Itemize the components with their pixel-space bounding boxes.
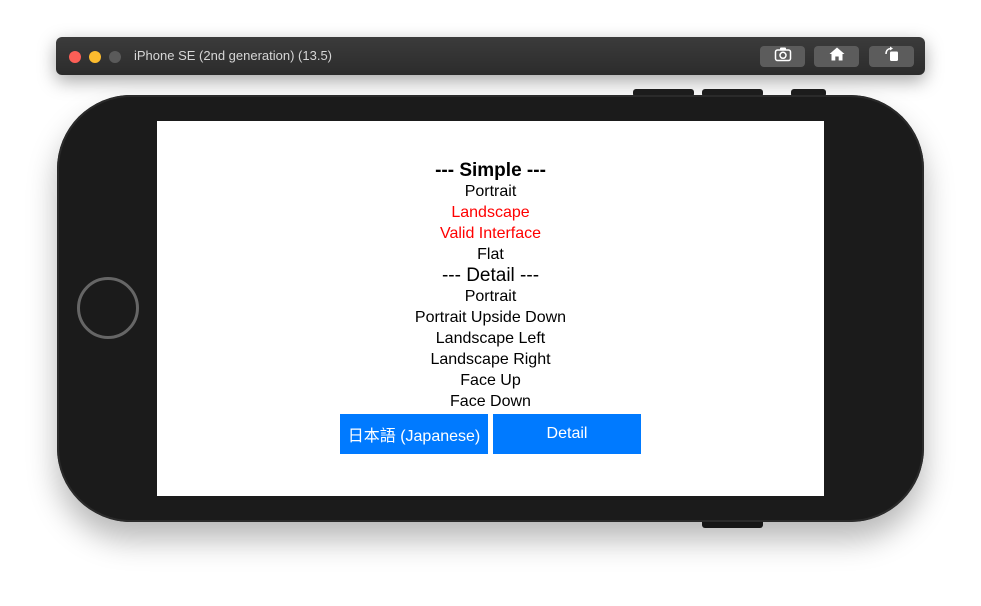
- camera-icon: [774, 46, 792, 67]
- detail-heading: --- Detail ---: [441, 265, 540, 286]
- device-screen: --- Simple --- Portrait Landscape Valid …: [157, 121, 824, 496]
- detail-item-landscape-left: Landscape Left: [435, 330, 546, 347]
- simple-heading: --- Simple ---: [435, 160, 546, 181]
- japanese-button[interactable]: 日本語 (Japanese): [340, 414, 488, 454]
- simple-item-landscape: Landscape: [451, 204, 530, 221]
- rotate-button[interactable]: [869, 46, 914, 67]
- simple-item-valid-interface: Valid Interface: [439, 225, 542, 242]
- detail-item-landscape-right: Landscape Right: [430, 351, 551, 368]
- zoom-window-button[interactable]: [109, 51, 121, 63]
- close-window-button[interactable]: [69, 51, 81, 63]
- home-toolbar-button[interactable]: [814, 46, 859, 67]
- device-home-button[interactable]: [77, 277, 139, 339]
- minimize-window-button[interactable]: [89, 51, 101, 63]
- rotate-icon: [883, 46, 901, 67]
- detail-item-portrait-upside-down: Portrait Upside Down: [414, 309, 567, 326]
- simple-item-flat: Flat: [477, 246, 504, 263]
- simulator-stage: iPhone SE (2nd generation) (13.5) --- Si…: [0, 0, 981, 606]
- screenshot-button[interactable]: [760, 46, 805, 67]
- home-icon: [828, 46, 846, 67]
- action-buttons: 日本語 (Japanese) Detail: [340, 414, 641, 454]
- simulator-title-bar: iPhone SE (2nd generation) (13.5): [56, 37, 925, 75]
- detail-item-face-down: Face Down: [450, 393, 531, 410]
- detail-item-face-up: Face Up: [460, 372, 521, 389]
- detail-button[interactable]: Detail: [493, 414, 641, 454]
- window-title: iPhone SE (2nd generation) (13.5): [134, 48, 333, 63]
- detail-item-portrait: Portrait: [464, 288, 517, 305]
- simple-item-portrait: Portrait: [464, 183, 517, 200]
- orientation-list: --- Simple --- Portrait Landscape Valid …: [157, 160, 824, 412]
